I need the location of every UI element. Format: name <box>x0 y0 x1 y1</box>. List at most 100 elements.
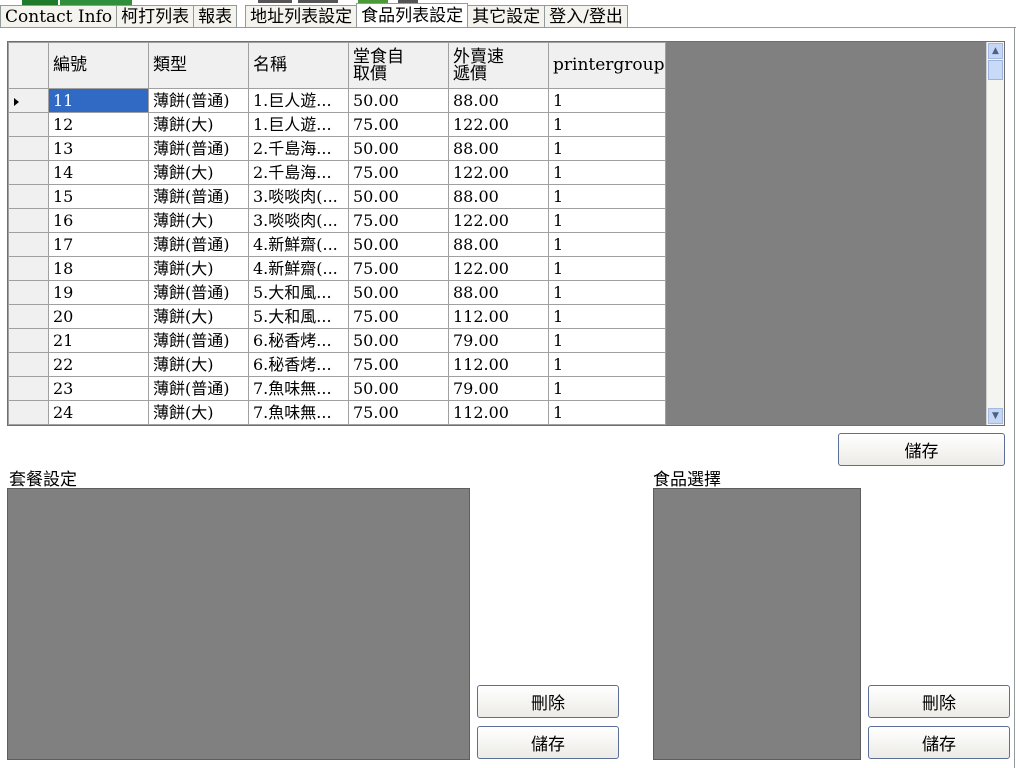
cell-name[interactable]: 1.巨人遊... <box>248 112 349 137</box>
cell-id[interactable]: 19 <box>48 280 149 305</box>
food-selection-list[interactable] <box>653 488 861 760</box>
tab-address-list-settings[interactable]: 地址列表設定 <box>245 5 358 27</box>
cell-type[interactable]: 薄餅(普通) <box>148 232 249 257</box>
cell-delivery-price[interactable]: 112.00 <box>448 352 549 377</box>
cell-id[interactable]: 17 <box>48 232 149 257</box>
cell-id[interactable]: 18 <box>48 256 149 281</box>
cell-type[interactable]: 薄餅(大) <box>148 112 249 137</box>
cell-type[interactable]: 薄餅(大) <box>148 304 249 329</box>
row-header[interactable] <box>8 256 49 281</box>
cell-printergroup[interactable]: 1 <box>548 136 666 161</box>
cell-printergroup[interactable]: 1 <box>548 256 666 281</box>
column-header-delivery-price[interactable]: 外賣速 遞價 <box>448 42 549 89</box>
cell-delivery-price[interactable]: 122.00 <box>448 256 549 281</box>
grid-save-button[interactable]: 儲存 <box>838 433 1005 466</box>
table-row[interactable]: 19 薄餅(普通) 5.大和風... 50.00 88.00 1 <box>8 280 666 305</box>
row-header[interactable] <box>8 160 49 185</box>
cell-dine-in-price[interactable]: 50.00 <box>348 280 449 305</box>
cell-printergroup[interactable]: 1 <box>548 112 666 137</box>
cell-name[interactable]: 2.千島海... <box>248 160 349 185</box>
cell-dine-in-price[interactable]: 50.00 <box>348 328 449 353</box>
column-header-type[interactable]: 類型 <box>148 42 249 89</box>
row-header[interactable] <box>8 184 49 209</box>
set-meal-grid[interactable] <box>7 488 470 760</box>
cell-dine-in-price[interactable]: 50.00 <box>348 232 449 257</box>
cell-delivery-price[interactable]: 112.00 <box>448 400 549 425</box>
cell-printergroup[interactable]: 1 <box>548 184 666 209</box>
column-header-dine-in-price[interactable]: 堂食自 取價 <box>348 42 449 89</box>
tab-order-list[interactable]: 柯打列表 <box>116 5 195 27</box>
food-selection-save-button[interactable]: 儲存 <box>868 726 1010 759</box>
cell-type[interactable]: 薄餅(普通) <box>148 88 249 113</box>
cell-name[interactable]: 2.千島海... <box>248 136 349 161</box>
cell-name[interactable]: 6.秘香烤... <box>248 328 349 353</box>
cell-dine-in-price[interactable]: 50.00 <box>348 184 449 209</box>
cell-printergroup[interactable]: 1 <box>548 352 666 377</box>
cell-printergroup[interactable]: 1 <box>548 208 666 233</box>
cell-printergroup[interactable]: 1 <box>548 160 666 185</box>
row-header[interactable] <box>8 352 49 377</box>
cell-type[interactable]: 薄餅(大) <box>148 400 249 425</box>
cell-dine-in-price[interactable]: 75.00 <box>348 208 449 233</box>
cell-name[interactable]: 4.新鮮齋(... <box>248 232 349 257</box>
cell-printergroup[interactable]: 1 <box>548 232 666 257</box>
set-meal-delete-button[interactable]: 刪除 <box>477 685 619 718</box>
cell-type[interactable]: 薄餅(普通) <box>148 376 249 401</box>
set-meal-save-button[interactable]: 儲存 <box>477 726 619 759</box>
cell-id[interactable]: 13 <box>48 136 149 161</box>
tab-reports[interactable]: 報表 <box>193 5 238 27</box>
cell-name[interactable]: 5.大和風... <box>248 304 349 329</box>
grid-vertical-scrollbar[interactable]: ▲ ▼ <box>986 42 1004 425</box>
cell-printergroup[interactable]: 1 <box>548 328 666 353</box>
cell-type[interactable]: 薄餅(普通) <box>148 328 249 353</box>
table-row[interactable]: 14 薄餅(大) 2.千島海... 75.00 122.00 1 <box>8 160 666 185</box>
table-row[interactable]: 17 薄餅(普通) 4.新鮮齋(... 50.00 88.00 1 <box>8 232 666 257</box>
cell-dine-in-price[interactable]: 75.00 <box>348 112 449 137</box>
cell-id[interactable]: 24 <box>48 400 149 425</box>
cell-id[interactable]: 11 <box>48 88 149 113</box>
cell-printergroup[interactable]: 1 <box>548 400 666 425</box>
tab-other-settings[interactable]: 其它設定 <box>467 5 546 27</box>
cell-id[interactable]: 22 <box>48 352 149 377</box>
scroll-down-icon[interactable]: ▼ <box>988 408 1003 424</box>
cell-dine-in-price[interactable]: 50.00 <box>348 136 449 161</box>
row-header[interactable] <box>8 400 49 425</box>
table-row[interactable]: 12 薄餅(大) 1.巨人遊... 75.00 122.00 1 <box>8 112 666 137</box>
scroll-up-icon[interactable]: ▲ <box>988 43 1003 59</box>
food-list-grid[interactable]: 編號 類型 名稱 堂食自 取價 外賣速 遞價 printergroup 11 薄餅(普… <box>7 41 1005 426</box>
row-header[interactable] <box>8 328 49 353</box>
cell-name[interactable]: 7.魚味無... <box>248 376 349 401</box>
cell-delivery-price[interactable]: 79.00 <box>448 328 549 353</box>
column-header-name[interactable]: 名稱 <box>248 42 349 89</box>
scroll-thumb[interactable] <box>988 60 1003 80</box>
cell-type[interactable]: 薄餅(普通) <box>148 184 249 209</box>
cell-dine-in-price[interactable]: 75.00 <box>348 304 449 329</box>
cell-id[interactable]: 23 <box>48 376 149 401</box>
cell-type[interactable]: 薄餅(大) <box>148 160 249 185</box>
row-header[interactable] <box>8 208 49 233</box>
cell-name[interactable]: 6.秘香烤... <box>248 352 349 377</box>
cell-name[interactable]: 7.魚味無... <box>248 400 349 425</box>
cell-name[interactable]: 3.啖啖肉(... <box>248 184 349 209</box>
table-row[interactable]: 16 薄餅(大) 3.啖啖肉(... 75.00 122.00 1 <box>8 208 666 233</box>
column-header-printergroup[interactable]: printergroup <box>548 42 666 89</box>
cell-delivery-price[interactable]: 88.00 <box>448 88 549 113</box>
cell-name[interactable]: 1.巨人遊... <box>248 88 349 113</box>
cell-type[interactable]: 薄餅(大) <box>148 208 249 233</box>
tab-login-logout[interactable]: 登入/登出 <box>544 5 628 27</box>
cell-type[interactable]: 薄餅(大) <box>148 256 249 281</box>
cell-dine-in-price[interactable]: 50.00 <box>348 88 449 113</box>
table-row[interactable]: 24 薄餅(大) 7.魚味無... 75.00 112.00 1 <box>8 400 666 425</box>
cell-id[interactable]: 15 <box>48 184 149 209</box>
cell-dine-in-price[interactable]: 75.00 <box>348 256 449 281</box>
cell-dine-in-price[interactable]: 75.00 <box>348 400 449 425</box>
table-row[interactable]: 11 薄餅(普通) 1.巨人遊... 50.00 88.00 1 <box>8 88 666 113</box>
cell-delivery-price[interactable]: 88.00 <box>448 232 549 257</box>
row-header[interactable] <box>8 88 49 113</box>
cell-printergroup[interactable]: 1 <box>548 280 666 305</box>
row-header[interactable] <box>8 136 49 161</box>
cell-delivery-price[interactable]: 88.00 <box>448 280 549 305</box>
table-row[interactable]: 18 薄餅(大) 4.新鮮齋(... 75.00 122.00 1 <box>8 256 666 281</box>
cell-id[interactable]: 14 <box>48 160 149 185</box>
cell-dine-in-price[interactable]: 50.00 <box>348 376 449 401</box>
